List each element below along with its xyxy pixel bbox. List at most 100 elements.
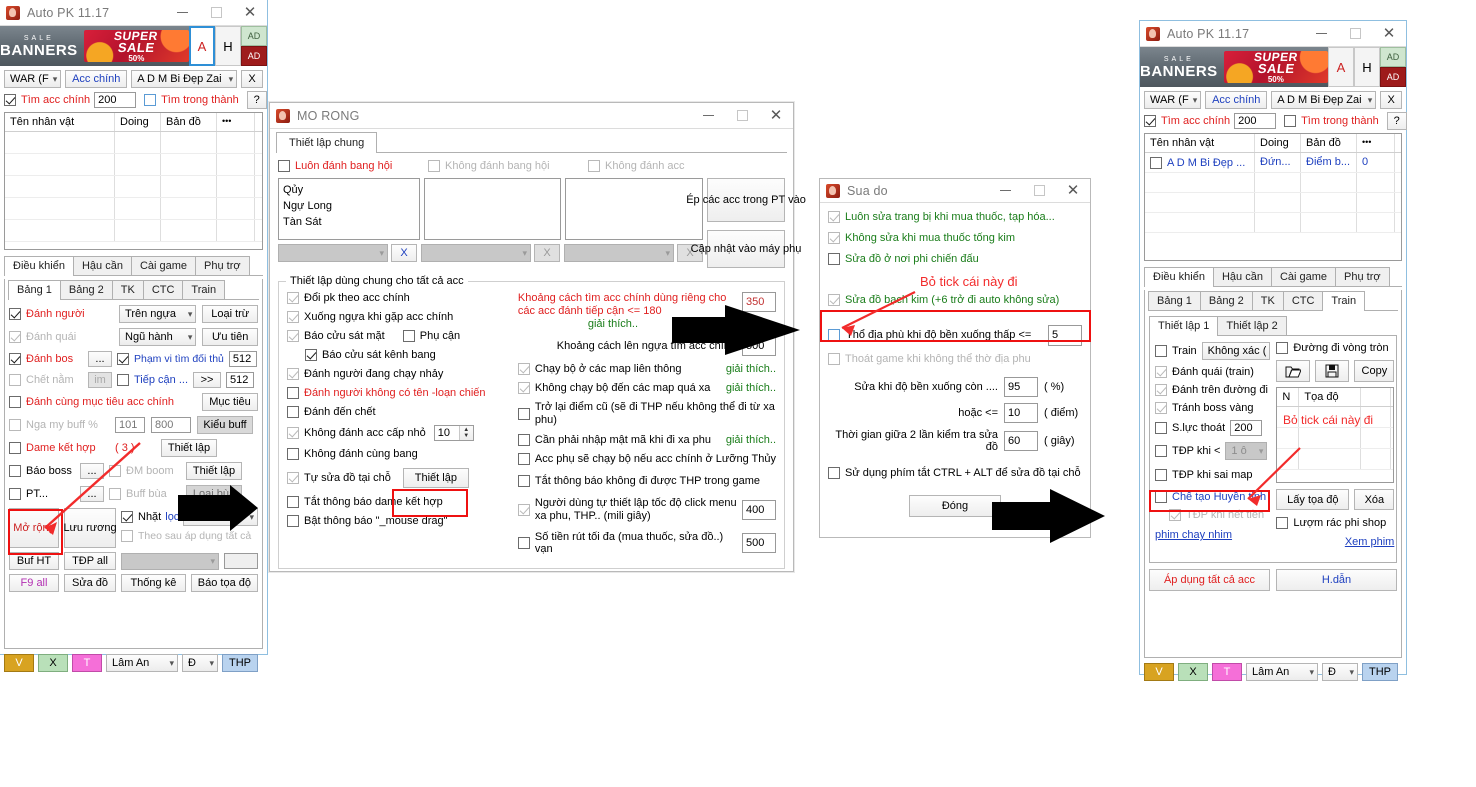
left-sub-tabs[interactable]: Bảng 1 Bảng 2 TK CTC Train [8, 279, 259, 300]
dm-boom-thiet-lap-button[interactable]: Thiết lập [186, 462, 242, 480]
theo-sau-checkbox[interactable]: Theo sau áp dụng tất cả [121, 530, 251, 542]
folder-open-icon[interactable] [1276, 360, 1311, 382]
bao-toa-do-button[interactable]: Báo tọa độ [190, 574, 258, 592]
bao-cuu-sat-kenh-bang-checkbox[interactable]: Báo cửu sát kênh bang [305, 349, 436, 361]
luon-sua-trang-bi-checkbox[interactable]: Luôn sửa trang bị khi mua thuốc, tạp hóa… [828, 211, 1055, 223]
footer-x-button[interactable]: X [38, 654, 68, 672]
thoat-game-checkbox[interactable]: Thoát game khi không thể thờ địa phu [828, 353, 1031, 365]
footer-v-button[interactable]: V [4, 654, 34, 672]
subtab-ctc[interactable]: CTC [142, 280, 184, 299]
save-icon[interactable] [1315, 360, 1350, 382]
maximize-icon[interactable] [1022, 179, 1056, 203]
phim-chay-nhim-link[interactable]: phim chay nhim [1155, 529, 1232, 541]
tu-sua-do-tai-cho-checkbox[interactable]: Tự sửa đồ tại chỗ [287, 472, 391, 484]
tab-thiet-lap-1[interactable]: Thiết lập 1 [1149, 316, 1219, 336]
nhat-checkbox[interactable]: Nhặt [121, 511, 161, 523]
left-main-tabs[interactable]: Điều khiển Hậu cần Cài game Phụ trợ [4, 255, 263, 276]
ad-top-button[interactable]: AD [241, 26, 267, 46]
table-row[interactable] [1277, 449, 1394, 470]
tab-thiet-lap-2[interactable]: Thiết lập 2 [1217, 316, 1287, 335]
che-tao-huyen-tinh-checkbox[interactable]: Chế tạo Huyền tinh [1155, 491, 1266, 503]
bao-cuu-sat-mat-checkbox[interactable]: Báo cửu sát mặt [287, 330, 385, 342]
mo-rong-tabs[interactable]: Thiết lập chung [276, 131, 787, 153]
bang-hoi-list-1[interactable]: Qủy Ngự Long Tàn Sát [278, 178, 420, 240]
phim-tat-checkbox[interactable]: Sử dụng phím tắt CTRL + ALT để sửa đồ tạ… [828, 467, 1081, 479]
giai-thich-link-1[interactable]: giải thích.. [588, 318, 638, 330]
tim-acc-chinh-input[interactable] [1234, 113, 1277, 129]
tim-trong-thanh-checkbox[interactable]: Tìm trong thành [144, 94, 239, 106]
cap-nhat-button[interactable]: Cập nhật vào máy phụ [691, 230, 801, 268]
danh-bos-dots-button[interactable]: ... [88, 351, 112, 367]
toa-do-grid[interactable]: N Tọa độ [1276, 387, 1395, 483]
bang-combo-2[interactable]: ▾ [421, 244, 531, 262]
im-button[interactable]: im [88, 372, 112, 388]
tab-phu-tro[interactable]: Phụ trợ [195, 256, 250, 275]
a-button[interactable]: A [1328, 47, 1354, 87]
bang-combo-3[interactable]: ▾ [564, 244, 674, 262]
tro-lai-diem-cu-box[interactable] [517, 408, 530, 420]
table-row[interactable] [1145, 173, 1401, 193]
lam-an-combo[interactable]: Lâm An ▾ [1246, 663, 1318, 681]
tren-ngua-combo[interactable]: Trên ngựa ▾ [119, 305, 197, 323]
luu-ruong-button[interactable]: Lưu rương [63, 508, 117, 548]
duong-di-vong-tron-checkbox[interactable]: Đường đi vòng tròn [1276, 342, 1389, 354]
dame-ket-hop-checkbox[interactable]: Dame kết hợp [9, 442, 109, 454]
uu-tien-button[interactable]: Ưu tiên [202, 328, 258, 346]
khong-xac-combo[interactable]: Không xác ( [1201, 342, 1271, 360]
footer-x-button[interactable]: X [1178, 663, 1208, 681]
footer-t-button[interactable]: T [72, 654, 102, 672]
bang-x-2[interactable]: X [534, 244, 560, 262]
acc-phu-chay-bo-checkbox[interactable]: Acc phụ sẽ chạy bộ nếu acc chính ở Lưỡng… [517, 453, 776, 465]
pham-vi-checkbox[interactable]: Phạm vi tìm đối thủ [117, 353, 224, 365]
ad-bottom-button[interactable]: AD [241, 46, 267, 66]
table-row[interactable] [5, 220, 262, 242]
tranh-boss-vang-checkbox[interactable]: Tránh boss vàng [1155, 402, 1254, 414]
khong-danh-acc-checkbox[interactable]: Không đánh acc [588, 160, 685, 172]
train-checkbox[interactable]: Train [1155, 345, 1197, 357]
tim-trong-thanh-checkbox[interactable]: Tìm trong thành [1284, 115, 1379, 127]
bao-boss-checkbox[interactable]: Báo boss [9, 465, 75, 477]
doi-pk-checkbox[interactable]: Đổi pk theo acc chính [287, 292, 410, 304]
bao-boss-dots-button[interactable]: ... [80, 463, 104, 479]
tdp-khi-het-tien-checkbox[interactable]: TĐP khi hết tiền [1169, 509, 1264, 521]
chay-bo-lien-thong-checkbox[interactable]: Chạy bộ ở các map liên thông [517, 363, 720, 375]
tab-cai-game[interactable]: Cài game [1270, 267, 1337, 286]
nga-my-v1-input[interactable] [115, 417, 145, 433]
bang-hoi-list-2[interactable] [423, 178, 562, 240]
ep-cac-acc-button[interactable]: Ép các acc trong PT vào [686, 178, 806, 222]
help-button[interactable]: ? [246, 91, 267, 109]
minimize-icon[interactable] [1304, 22, 1338, 46]
nguoi-dung-tu-thiet-lap-box[interactable] [517, 504, 530, 516]
buf-ht-button[interactable]: Buf HT [9, 552, 59, 570]
pt-dots-button[interactable]: ... [80, 486, 104, 502]
phu-can-checkbox[interactable]: Phụ cận [402, 330, 460, 342]
minimize-icon[interactable] [988, 179, 1022, 203]
right-main-tabs[interactable]: Điều khiển Hậu cần Cài game Phụ trợ [1144, 266, 1402, 287]
so-tien-rut-box[interactable] [517, 537, 530, 549]
h-button[interactable]: H [215, 26, 241, 66]
pham-vi-input[interactable] [228, 351, 257, 367]
tab-cai-game[interactable]: Cài game [130, 256, 197, 275]
minimize-icon[interactable] [691, 104, 725, 128]
tien-combo[interactable]: Tiền v ▾ [183, 508, 258, 526]
table-row[interactable] [1145, 213, 1401, 233]
acc-chinh-button[interactable]: Acc chính [65, 70, 128, 88]
ngu-hanh-combo[interactable]: Ngũ hành ▾ [119, 328, 197, 346]
close-icon[interactable]: ✕ [759, 104, 793, 128]
tim-acc-chinh-checkbox[interactable]: Tìm acc chính [4, 94, 90, 106]
giai-thich-link-3[interactable]: giải thích.. [726, 382, 776, 394]
right-sub-tabs[interactable]: Bảng 1 Bảng 2 TK CTC Train [1148, 290, 1398, 311]
loai-tru-button[interactable]: Loại trừ [202, 305, 258, 323]
list-item[interactable]: Tàn Sát [283, 214, 419, 230]
danh-nguoi-khong-ten-checkbox[interactable]: Đánh người không có tên -loạn chiến [287, 387, 486, 399]
h-dan-button[interactable]: H.dẫn [1276, 569, 1397, 591]
footer-t-button[interactable]: T [1212, 663, 1242, 681]
help-button[interactable]: ? [1386, 112, 1407, 130]
table-row[interactable] [5, 132, 262, 154]
close-acc-button[interactable]: X [1380, 91, 1402, 109]
f9-all-button[interactable]: F9 all [9, 574, 59, 592]
mo-rong-button[interactable]: Mở rộng [9, 508, 59, 548]
tim-acc-chinh-checkbox[interactable]: Tìm acc chính [1144, 115, 1230, 127]
list-item[interactable]: Ngự Long [283, 198, 419, 214]
sua-do-phi-chien-dau-checkbox[interactable]: Sửa đồ ở nơi phi chiến đấu [828, 253, 979, 265]
